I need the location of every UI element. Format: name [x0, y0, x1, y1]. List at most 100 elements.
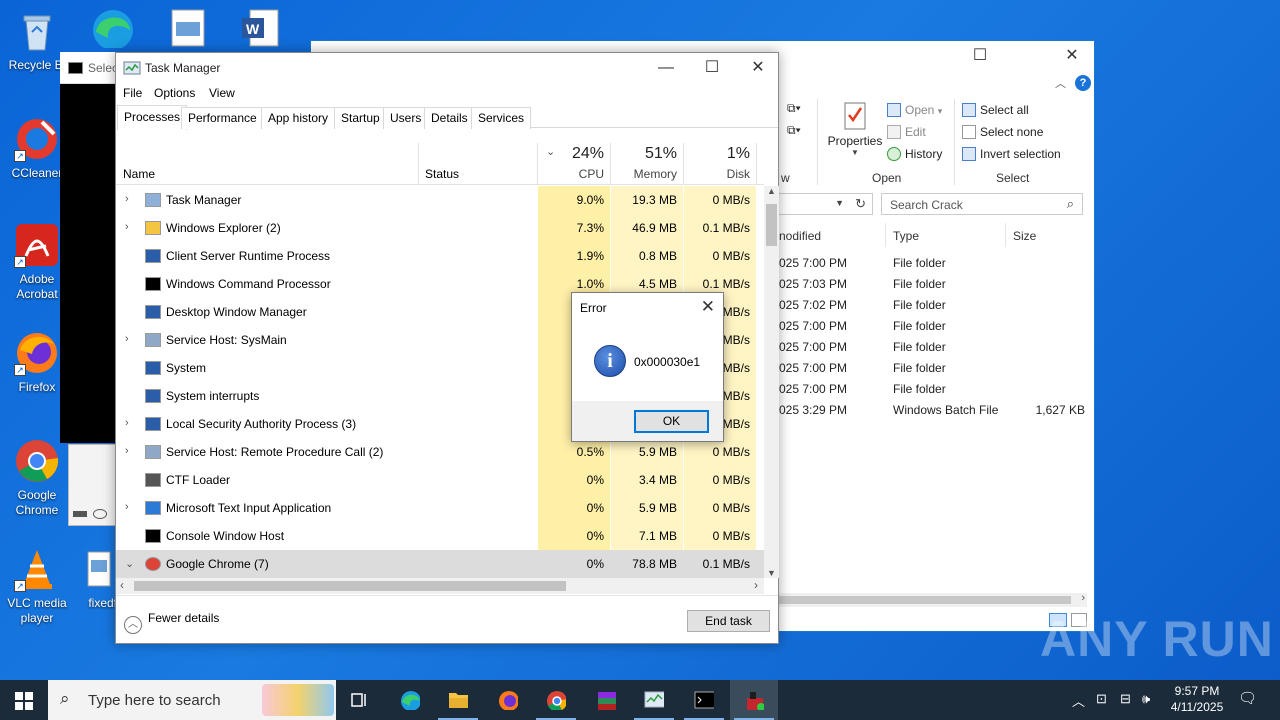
tab-processes[interactable]: Processes: [117, 105, 188, 130]
file-row[interactable]: 025 7:03 PM File folder: [777, 274, 1095, 295]
task-view-button[interactable]: [336, 680, 384, 720]
task-manager-titlebar[interactable]: Task Manager — ☐ ✕: [116, 53, 778, 85]
expand-chevron-icon[interactable]: ›: [125, 445, 129, 457]
network-icon[interactable]: ⊟: [1120, 691, 1131, 707]
menu-file[interactable]: File: [123, 86, 142, 100]
column-status[interactable]: Status: [425, 167, 459, 181]
help-icon[interactable]: ?: [1075, 75, 1091, 91]
file-row[interactable]: 025 7:00 PM File folder: [777, 253, 1095, 274]
taskbar-search-box[interactable]: ⌕ Type here to search: [48, 680, 336, 720]
maximize-button[interactable]: ☐: [689, 53, 735, 83]
column-size[interactable]: Size: [1013, 229, 1036, 243]
taskbar-clock[interactable]: 9:57 PM 4/11/2025: [1164, 683, 1230, 715]
taskbar-edge[interactable]: [386, 680, 434, 720]
volume-icon[interactable]: 🕪: [1142, 691, 1150, 707]
tab-performance[interactable]: Performance: [181, 107, 264, 129]
properties-button[interactable]: Properties ▼: [827, 101, 883, 161]
tab-details[interactable]: Details: [424, 107, 475, 129]
process-row[interactable]: Console Window Host 0% 7.1 MB 0 MB/s: [116, 522, 764, 550]
process-row[interactable]: › Windows Explorer (2) 7.3% 46.9 MB 0.1 MB/s: [116, 214, 764, 242]
copy-path-icon[interactable]: ⧉▾: [787, 101, 801, 116]
start-button[interactable]: [0, 680, 48, 720]
edit-button[interactable]: Edit: [887, 125, 926, 139]
collapse-chevron-icon[interactable]: ⌄: [125, 557, 134, 570]
history-button[interactable]: History: [887, 147, 942, 161]
file-row[interactable]: 025 7:00 PM File folder: [777, 337, 1095, 358]
explorer-hscrollbar[interactable]: ›: [777, 592, 1087, 607]
tab-services[interactable]: Services: [471, 107, 532, 129]
end-task-button[interactable]: End task: [687, 610, 770, 632]
ok-button[interactable]: OK: [634, 410, 709, 433]
minimize-button[interactable]: —: [643, 53, 689, 83]
file-row[interactable]: 025 7:02 PM File folder: [777, 295, 1095, 316]
column-type[interactable]: Type: [893, 229, 919, 243]
taskbar-file-explorer[interactable]: [434, 680, 482, 720]
taskbar-firefox[interactable]: [484, 680, 532, 720]
scroll-right-icon[interactable]: ›: [754, 578, 758, 592]
scroll-thumb[interactable]: [134, 581, 566, 591]
desktop-icon-word-doc[interactable]: W: [240, 8, 280, 48]
process-row[interactable]: Client Server Runtime Process 1.9% 0.8 MB 0…: [116, 242, 764, 270]
column-disk[interactable]: 1% Disk: [684, 143, 756, 185]
tab-users[interactable]: Users: [383, 107, 429, 129]
taskbar-winrar[interactable]: [582, 680, 630, 720]
expand-chevron-icon[interactable]: ›: [125, 221, 129, 233]
select-all-button[interactable]: Select all: [962, 103, 1029, 117]
taskbar-error-app[interactable]: [730, 680, 778, 720]
file-row[interactable]: 025 7:00 PM File folder: [777, 316, 1095, 337]
explorer-search-input[interactable]: Search Crack ⌕: [881, 193, 1083, 215]
process-list-vscrollbar[interactable]: ▲ ▼: [764, 186, 779, 578]
taskbar-chrome[interactable]: [532, 680, 580, 720]
expand-chevron-icon[interactable]: ›: [125, 501, 129, 513]
scroll-down-icon[interactable]: ▼: [767, 568, 776, 578]
scroll-up-icon[interactable]: ▲: [767, 186, 776, 196]
scroll-thumb[interactable]: [777, 596, 1071, 604]
desktop-icon-google-chrome[interactable]: Google Chrome: [0, 438, 74, 518]
select-none-button[interactable]: Select none: [962, 125, 1043, 139]
process-row[interactable]: › Task Manager 9.0% 19.3 MB 0 MB/s: [116, 186, 764, 214]
expand-chevron-icon[interactable]: ›: [125, 193, 129, 205]
tray-device-icon[interactable]: ⊡: [1096, 691, 1107, 707]
taskbar-command-prompt[interactable]: [680, 680, 728, 720]
error-dialog[interactable]: Error ✕ i 0x000030e1 OK: [571, 292, 724, 442]
close-icon[interactable]: ✕: [701, 297, 715, 317]
scroll-left-icon[interactable]: ‹: [120, 578, 124, 592]
invert-selection-button[interactable]: Invert selection: [962, 147, 1061, 161]
scroll-right-icon[interactable]: ›: [1081, 592, 1085, 604]
fewer-details-link[interactable]: ︿ Fewer details: [124, 611, 219, 634]
expand-chevron-icon[interactable]: ›: [125, 333, 129, 345]
chevron-up-icon[interactable]: ︿: [1055, 75, 1066, 91]
process-row[interactable]: CTF Loader 0% 3.4 MB 0 MB/s: [116, 466, 764, 494]
paste-shortcut-icon[interactable]: ⧉▾: [787, 123, 801, 138]
address-bar[interactable]: ▼ ↻: [777, 193, 873, 215]
desktop-icon-edge-top[interactable]: [88, 4, 138, 50]
refresh-icon[interactable]: ↻: [855, 196, 866, 212]
chevron-down-icon[interactable]: ▼: [835, 198, 844, 208]
taskbar-task-manager[interactable]: [630, 680, 678, 720]
file-row[interactable]: 025 7:00 PM File folder: [777, 379, 1095, 400]
close-button[interactable]: ✕: [735, 53, 781, 83]
column-date-modified[interactable]: nodified: [779, 229, 821, 243]
column-name[interactable]: Name: [123, 167, 155, 181]
scroll-thumb[interactable]: [766, 204, 777, 246]
tab-startup[interactable]: Startup: [334, 107, 387, 129]
process-row[interactable]: ⌄ Google Chrome (7) 0% 78.8 MB 0.1 MB/s: [116, 550, 764, 578]
process-row[interactable]: › Service Host: Remote Procedure Call (2)…: [116, 438, 764, 466]
column-memory[interactable]: 51% Memory: [611, 143, 683, 185]
console-window[interactable]: [60, 52, 120, 443]
expand-chevron-icon[interactable]: ›: [125, 417, 129, 429]
menu-view[interactable]: View: [209, 86, 235, 100]
menu-options[interactable]: Options: [154, 86, 195, 100]
notifications-icon[interactable]: 🗨: [1238, 689, 1257, 707]
file-row[interactable]: 025 7:00 PM File folder: [777, 358, 1095, 379]
console-titlebar[interactable]: Selec: [60, 52, 120, 84]
process-list-hscrollbar[interactable]: ‹ ›: [116, 578, 764, 594]
background-window[interactable]: [68, 444, 122, 526]
file-row[interactable]: 025 3:29 PM Windows Batch File 1,627 KB: [777, 400, 1095, 421]
tab-app-history[interactable]: App history: [261, 107, 336, 129]
column-cpu[interactable]: 24% CPU: [538, 143, 610, 185]
open-button[interactable]: Open ▾: [887, 103, 942, 117]
close-button[interactable]: ✕: [1049, 41, 1095, 71]
maximize-button[interactable]: ☐: [957, 41, 1003, 71]
process-row[interactable]: › Microsoft Text Input Application 0% 5.9 M…: [116, 494, 764, 522]
